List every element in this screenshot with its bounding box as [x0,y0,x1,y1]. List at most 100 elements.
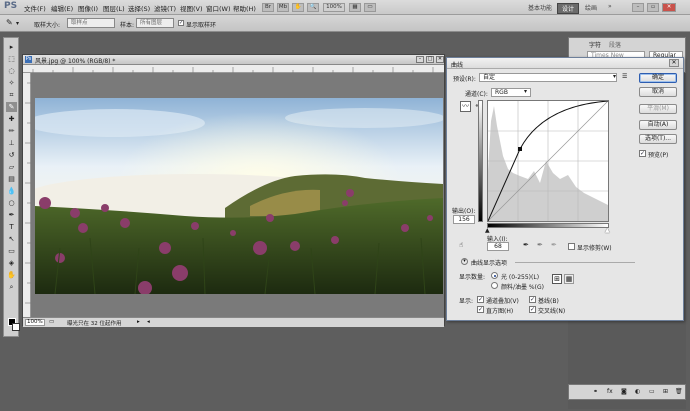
stamp-tool-icon[interactable]: ⊥ [6,138,17,148]
baseline-checkbox[interactable]: ✓ [529,296,536,303]
workspace-design[interactable]: 设计 [557,3,580,14]
smooth-button[interactable]: 平滑(M) [639,104,677,114]
crop-tool-icon[interactable]: ⌗ [6,90,17,100]
hand-view-icon[interactable]: ✋ [292,3,304,12]
detailed-grid-icon[interactable]: ▦ [564,274,574,284]
doc-maximize-icon[interactable]: □ [426,56,434,63]
output-field[interactable]: 156 [453,215,475,224]
white-point-slider-icon[interactable]: ▲ [605,227,610,234]
target-adjust-icon[interactable]: ☝ [459,241,463,249]
channel-overlays-checkbox[interactable]: ✓ [477,296,484,303]
history-brush-icon[interactable]: ↺ [6,150,17,160]
eraser-tool-icon[interactable]: ▱ [6,162,17,172]
cancel-button[interactable]: 取消 [639,87,677,97]
preview-checkbox[interactable]: ✓ [639,150,646,157]
arrange-icon[interactable]: ▦ [349,3,361,12]
tool-preset-arrow-icon[interactable]: ▾ [16,20,19,27]
bridge-icon[interactable]: Br [262,3,274,12]
menu-select[interactable]: 选择(S) [128,3,150,13]
3d-rotate-icon[interactable]: ◈ [6,258,17,268]
lasso-tool-icon[interactable]: ◌ [6,66,17,76]
new-layer-icon[interactable]: ⊞ [663,388,668,395]
preset-options-icon[interactable]: ☰ [622,73,627,80]
gray-eyedropper-icon[interactable]: ✒ [537,241,543,249]
move-tool-icon[interactable]: ▸ [6,42,17,52]
path-select-icon[interactable]: ↖ [6,234,17,244]
landscape-photo[interactable] [35,98,443,294]
workspace-basic[interactable]: 基本功能 [528,3,552,12]
type-tool-icon[interactable]: T [6,222,17,232]
trash-icon[interactable]: 🗑 [675,388,683,395]
doc-info-icon[interactable]: ▭ [49,319,54,325]
close-icon[interactable]: ✕ [662,3,676,12]
dodge-tool-icon[interactable]: ○ [6,198,17,208]
input-field[interactable]: 68 [487,242,509,251]
eyedropper-tool-icon[interactable]: ✎ [6,102,17,112]
mask-icon[interactable]: ◙ [621,388,627,395]
document-titlebar[interactable]: Ps 风景.jpg @ 100% (RGB/8) * – □ ✕ [23,55,444,65]
shape-tool-icon[interactable]: ▭ [6,246,17,256]
folder-icon[interactable]: ▭ [649,388,655,395]
show-clipping-checkbox[interactable] [568,243,575,250]
zoom-level-select[interactable]: 100% [323,3,345,12]
preset-select[interactable]: 自定 [479,73,617,82]
brush-tool-icon[interactable]: ✏ [6,126,17,136]
workspace-painting[interactable]: 绘画 [585,3,597,12]
ok-button[interactable]: 确定 [639,73,677,83]
menu-image[interactable]: 图像(I) [78,3,98,13]
light-radio[interactable] [491,272,498,279]
menu-window[interactable]: 窗口(W) [206,3,231,13]
histogram-checkbox[interactable]: ✓ [477,306,484,313]
hand-tool-icon[interactable]: ✋ [6,270,17,280]
status-menu-arrow-icon[interactable]: ▸ [137,319,140,325]
scroll-left-icon[interactable]: ◂ [147,319,150,325]
curves-titlebar[interactable]: 曲线 ✕ [447,58,683,69]
gradient-tool-icon[interactable]: ▤ [6,174,17,184]
menu-edit[interactable]: 编辑(E) [51,3,73,13]
fx-icon[interactable]: fx [607,388,613,395]
marquee-tool-icon[interactable]: ⬚ [6,54,17,64]
minibridge-icon[interactable]: Mb [277,3,289,12]
quick-select-icon[interactable]: ✧ [6,78,17,88]
healing-tool-icon[interactable]: ✚ [6,114,17,124]
channel-dropdown-icon[interactable]: ▾ [524,88,527,95]
blur-tool-icon[interactable]: 💧 [6,186,17,196]
screen-mode-icon[interactable]: ▭ [364,3,376,12]
black-eyedropper-icon[interactable]: ✒ [523,241,529,249]
restore-icon[interactable]: ▫ [647,3,659,12]
simple-grid-icon[interactable]: ⊞ [552,274,562,284]
sample-size-select[interactable]: 取样点 [67,18,115,28]
pigment-radio[interactable] [491,282,498,289]
preset-dropdown-icon[interactable]: ▾ [613,73,616,80]
doc-zoom-field[interactable]: 100% [25,319,45,326]
sample-select[interactable]: 所有图层 [136,18,174,28]
white-eyedropper-icon[interactable]: ✒ [551,241,557,249]
options-button[interactable]: 选项(T)... [639,134,677,144]
dialog-close-icon[interactable]: ✕ [669,59,679,67]
curve-graph[interactable] [487,100,609,222]
black-point-slider-icon[interactable]: ▲ [485,227,490,234]
menu-view[interactable]: 视图(V) [180,3,203,13]
doc-close-icon[interactable]: ✕ [436,56,444,63]
zoom-view-icon[interactable]: 🔍 [307,3,319,12]
show-ring-checkbox[interactable]: ✓ [178,20,184,26]
link-icon[interactable]: ⚭ [593,388,598,395]
tab-character[interactable]: 字符 [589,40,601,49]
tab-paragraph[interactable]: 段落 [609,40,621,49]
auto-button[interactable]: 自动(A) [639,120,677,130]
pen-tool-icon[interactable]: ✒ [6,210,17,220]
eyedropper-tool-icon[interactable]: ✎ [6,18,13,27]
menu-file[interactable]: 文件(F) [24,3,46,13]
minimize-icon[interactable]: – [632,3,644,12]
curve-point-tool-icon[interactable]: 〰 [460,101,471,112]
adjustment-icon[interactable]: ◐ [635,388,640,395]
intersection-checkbox[interactable]: ✓ [529,306,536,313]
expand-options-icon[interactable]: ▾ [461,258,468,265]
background-color-swatch[interactable] [12,323,20,331]
workspace-more[interactable]: » [608,3,612,10]
doc-minimize-icon[interactable]: – [416,56,424,63]
menu-layer[interactable]: 图层(L) [103,3,125,13]
zoom-tool-icon[interactable]: ⌕ [6,282,17,292]
menu-filter[interactable]: 滤镜(T) [154,3,176,13]
menu-help[interactable]: 帮助(H) [233,3,256,13]
